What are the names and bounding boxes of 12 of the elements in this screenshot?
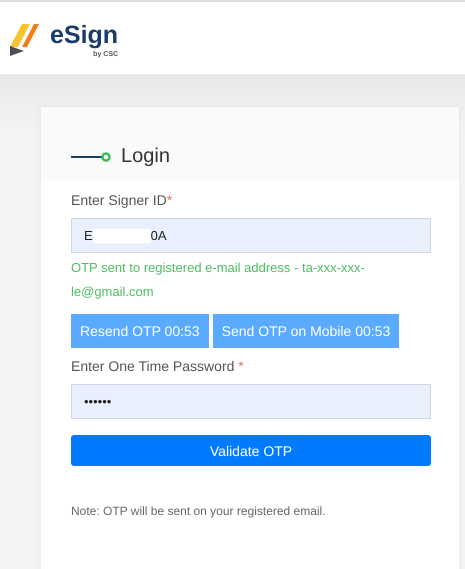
note-text: Note: OTP will be sent on your registered email. — [71, 504, 327, 518]
otp-sent-message: OTP sent to registered e-mail address - ta-xxx-xxx-le@gmail.com — [71, 259, 366, 301]
signer-id-label: Enter Signer ID* — [71, 192, 174, 208]
validate-otp-button[interactable]: Validate OTP — [71, 435, 431, 466]
signer-id-field[interactable]: E 0A — [71, 218, 431, 253]
line-dot-icon — [71, 150, 111, 162]
otp-button[interactable]: Send OTP on Mobile 00:53 — [212, 314, 400, 348]
login-title: Login — [121, 145, 170, 168]
otp-field[interactable]: •••••• — [71, 384, 431, 419]
otp-button[interactable]: Resend OTP 00:53 — [71, 314, 209, 348]
logo-wordmark: eSign — [50, 21, 118, 49]
otp-label: Enter One Time Password * — [71, 358, 245, 374]
